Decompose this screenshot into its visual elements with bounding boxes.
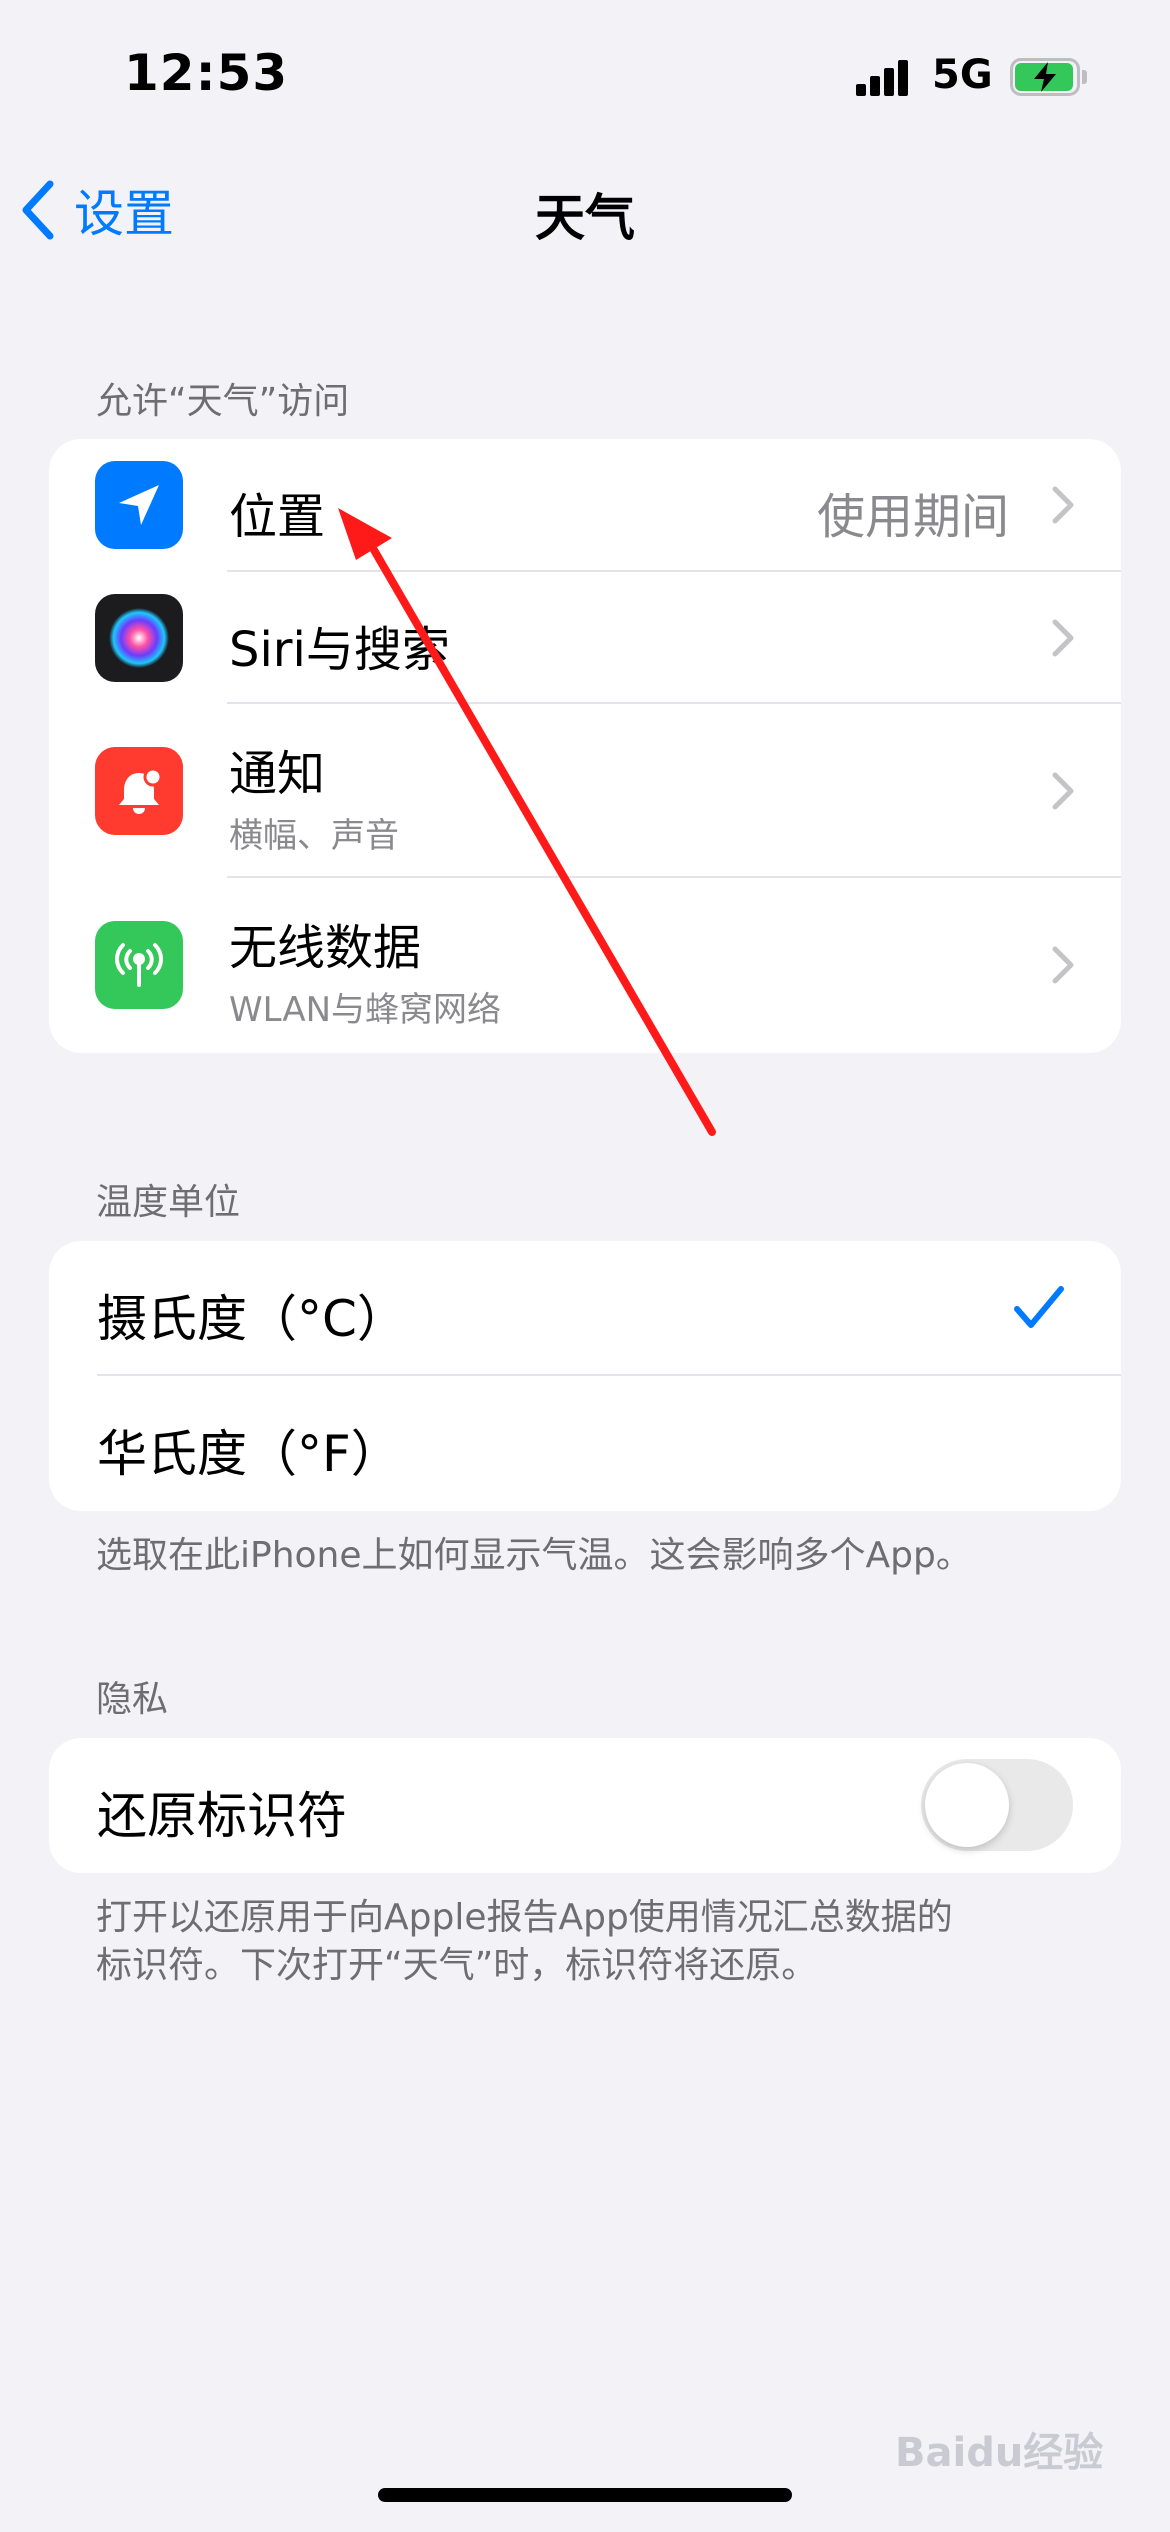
row-notifications-title: 通知 bbox=[229, 746, 326, 802]
temperature-group: 摄氏度（°C） 华氏度（°F） bbox=[49, 1241, 1121, 1511]
access-group: 位置 使用期间 Siri与搜索 通知 横幅、声音 无线数据 WLAN与蜂窝网络 bbox=[49, 439, 1121, 1053]
privacy-group: 还原标识符 bbox=[49, 1738, 1121, 1873]
network-type: 5G bbox=[932, 52, 993, 98]
row-wireless-subtitle: WLAN与蜂窝网络 bbox=[229, 990, 502, 1030]
signal-bars-icon bbox=[856, 60, 916, 96]
row-location-value: 使用期间 bbox=[816, 489, 1009, 545]
watermark-logo: Baidu经验 bbox=[895, 2430, 1104, 2476]
page-title: 天气 bbox=[535, 189, 635, 247]
toggle-knob bbox=[925, 1763, 1009, 1847]
status-time: 12:53 bbox=[124, 44, 289, 102]
row-siri-title: Siri与搜索 bbox=[229, 622, 450, 678]
navigation-bar: 设置 天气 bbox=[0, 150, 1170, 270]
option-celsius-label: 摄氏度（°C） bbox=[97, 1290, 407, 1348]
home-indicator[interactable] bbox=[378, 2488, 792, 2502]
row-wireless-data[interactable]: 无线数据 WLAN与蜂窝网络 bbox=[49, 878, 1121, 1053]
privacy-footer-line2: 标识符。下次打开“天气”时，标识符将还原。 bbox=[96, 1945, 818, 1986]
chevron-right-icon bbox=[1052, 772, 1074, 810]
option-fahrenheit-label: 华氏度（°F） bbox=[97, 1425, 401, 1483]
siri-icon bbox=[95, 594, 183, 682]
section-header-privacy: 隐私 bbox=[96, 1679, 169, 1720]
chevron-right-icon bbox=[1052, 946, 1074, 984]
section-header-temperature: 温度单位 bbox=[96, 1182, 241, 1223]
row-location[interactable]: 位置 使用期间 bbox=[49, 439, 1121, 572]
status-bar: 12:53 5G bbox=[0, 0, 1170, 150]
privacy-footer: 打开以还原用于向Apple报告App使用情况汇总数据的 标识符。下次打开“天气”… bbox=[96, 1894, 1096, 1990]
option-fahrenheit[interactable]: 华氏度（°F） bbox=[49, 1376, 1121, 1511]
row-reset-identifier: 还原标识符 bbox=[49, 1738, 1121, 1873]
row-notifications[interactable]: 通知 横幅、声音 bbox=[49, 704, 1121, 878]
row-siri-search[interactable]: Siri与搜索 bbox=[49, 572, 1121, 704]
location-arrow-icon bbox=[95, 461, 183, 549]
row-notifications-subtitle: 横幅、声音 bbox=[229, 816, 399, 856]
chevron-right-icon bbox=[1052, 486, 1074, 524]
temperature-footer: 选取在此iPhone上如何显示气温。这会影响多个App。 bbox=[96, 1535, 972, 1576]
notification-bell-icon bbox=[95, 747, 183, 835]
checkmark-icon bbox=[1014, 1286, 1064, 1328]
section-header-access: 允许“天气”访问 bbox=[96, 381, 350, 422]
option-celsius[interactable]: 摄氏度（°C） bbox=[49, 1241, 1121, 1376]
row-location-title: 位置 bbox=[229, 489, 326, 545]
reset-identifier-label: 还原标识符 bbox=[97, 1787, 347, 1845]
row-wireless-title: 无线数据 bbox=[229, 920, 422, 976]
antenna-icon bbox=[95, 921, 183, 1009]
reset-identifier-toggle[interactable] bbox=[921, 1759, 1073, 1851]
chevron-right-icon bbox=[1052, 619, 1074, 657]
privacy-footer-line1: 打开以还原用于向Apple报告App使用情况汇总数据的 bbox=[96, 1897, 953, 1938]
battery-charging-icon bbox=[1010, 58, 1087, 96]
